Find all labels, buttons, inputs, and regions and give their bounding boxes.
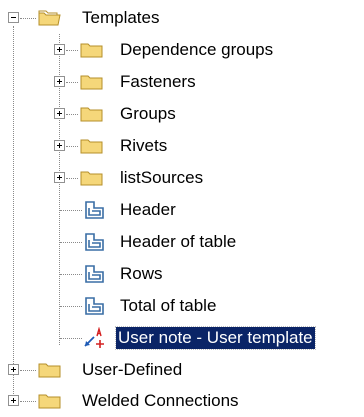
tree-node-label[interactable]: Dependence groups <box>118 39 275 61</box>
folder-icon <box>38 359 62 381</box>
tree-node-label[interactable]: listSources <box>118 167 205 189</box>
expand-toggle-icon[interactable] <box>8 364 19 375</box>
tree-node-welded-connections[interactable]: Welded Connections <box>0 385 364 417</box>
tree-connector <box>60 210 82 211</box>
template-tree: Templates Dependence groups Fasteners Gr… <box>0 0 364 417</box>
tree-node-dependence-groups[interactable]: Dependence groups <box>0 34 364 66</box>
tree-connector <box>60 242 82 243</box>
tree-connector <box>66 50 78 51</box>
folder-icon <box>80 167 104 189</box>
expand-toggle-icon[interactable] <box>54 44 65 55</box>
expand-toggle-icon[interactable] <box>54 140 65 151</box>
expand-toggle-icon[interactable] <box>54 76 65 87</box>
expand-toggle-icon[interactable] <box>54 172 65 183</box>
tree-node-user-defined[interactable]: User-Defined <box>0 354 364 386</box>
tree-node-label[interactable]: Rivets <box>118 135 169 157</box>
tree-node-rivets[interactable]: Rivets <box>0 130 364 162</box>
tree-connector <box>66 178 78 179</box>
tree-node-total-of-table[interactable]: Total of table <box>0 290 364 322</box>
template-icon <box>82 199 106 221</box>
tree-node-label[interactable]: Rows <box>118 263 165 285</box>
tree-node-label[interactable]: Groups <box>118 103 178 125</box>
tree-connector <box>66 82 78 83</box>
tree-node-fasteners[interactable]: Fasteners <box>0 66 364 98</box>
user-note-icon <box>82 326 106 349</box>
expand-toggle-icon[interactable] <box>54 108 65 119</box>
tree-node-groups[interactable]: Groups <box>0 98 364 130</box>
tree-node-label[interactable]: Header of table <box>118 231 238 253</box>
template-icon <box>82 263 106 285</box>
tree-connector <box>60 338 82 339</box>
tree-node-label[interactable]: Templates <box>80 7 161 29</box>
folder-icon <box>80 103 104 125</box>
tree-node-label-selected[interactable]: User note - User template <box>115 326 316 350</box>
tree-node-rows[interactable]: Rows <box>0 258 364 290</box>
tree-node-label[interactable]: Welded Connections <box>80 390 241 412</box>
folder-icon <box>80 39 104 61</box>
collapse-toggle-icon[interactable] <box>8 12 19 23</box>
tree-node-header[interactable]: Header <box>0 194 364 226</box>
tree-node-label[interactable]: User-Defined <box>80 359 184 381</box>
tree-node-label[interactable]: Total of table <box>118 295 218 317</box>
tree-node-user-note[interactable]: User note - User template <box>0 322 364 354</box>
tree-connector <box>60 274 82 275</box>
tree-connector <box>60 306 82 307</box>
folder-icon <box>38 390 62 412</box>
tree-connector <box>66 146 78 147</box>
tree-node-header-of-table[interactable]: Header of table <box>0 226 364 258</box>
tree-connector <box>66 114 78 115</box>
tree-connector <box>20 370 36 371</box>
template-icon <box>82 231 106 253</box>
tree-connector <box>20 18 36 19</box>
tree-connector <box>20 401 36 402</box>
tree-node-listsources[interactable]: listSources <box>0 162 364 194</box>
template-icon <box>82 295 106 317</box>
folder-icon <box>80 71 104 93</box>
folder-open-icon <box>38 7 62 29</box>
tree-node-templates[interactable]: Templates <box>0 2 364 34</box>
tree-node-label[interactable]: Fasteners <box>118 71 198 93</box>
expand-toggle-icon[interactable] <box>8 395 19 406</box>
folder-icon <box>80 135 104 157</box>
tree-node-label[interactable]: Header <box>118 199 178 221</box>
